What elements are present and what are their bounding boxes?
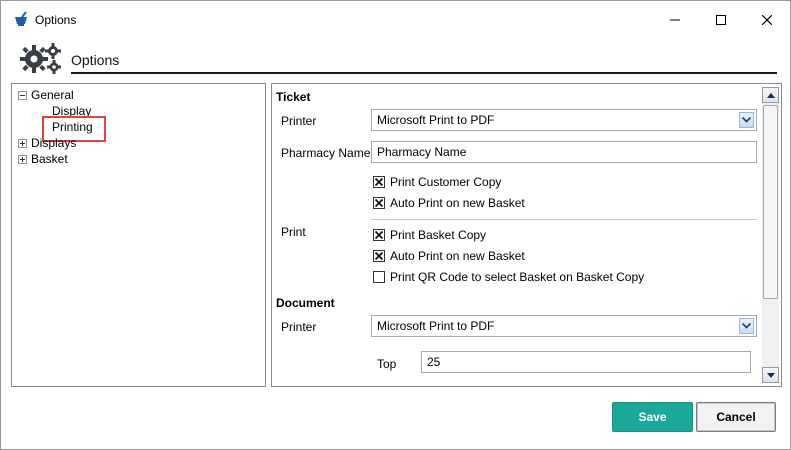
tree-item-label: Displays: [31, 136, 77, 150]
ticket-printer-value: Microsoft Print to PDF: [377, 113, 495, 127]
options-window: Options Options General Display Printing…: [0, 0, 791, 450]
document-printer-value: Microsoft Print to PDF: [377, 319, 495, 333]
top-value: 25: [427, 355, 441, 369]
minimize-button[interactable]: [652, 1, 698, 39]
ticket-printer-label: Printer: [281, 114, 317, 128]
maximize-icon: [716, 15, 726, 25]
gears-icon: [20, 43, 61, 74]
print-customer-copy-checkbox[interactable]: Print Customer Copy: [373, 175, 501, 189]
scrollbar-thumb[interactable]: [763, 105, 778, 299]
expand-icon[interactable]: [18, 154, 27, 164]
options-tree: General Display Printing Displays Basket: [11, 83, 266, 387]
checkbox-checked-icon: [373, 197, 385, 209]
chevron-down-icon[interactable]: [739, 112, 754, 128]
ticket-printer-select[interactable]: Microsoft Print to PDF: [371, 109, 757, 131]
tree-item-general[interactable]: General: [18, 87, 74, 103]
settings-scrollbar[interactable]: [762, 87, 779, 383]
document-printer-label: Printer: [281, 320, 317, 334]
save-button[interactable]: Save: [612, 402, 693, 432]
pharmacy-name-label: Pharmacy Name: [281, 146, 371, 160]
scroll-up-icon: [766, 92, 775, 98]
maximize-button[interactable]: [698, 1, 744, 39]
document-printer-select[interactable]: Microsoft Print to PDF: [371, 315, 757, 337]
top-field[interactable]: 25: [421, 351, 751, 373]
document-section-title: Document: [276, 296, 335, 310]
auto-print-customer-checkbox[interactable]: Auto Print on new Basket: [373, 196, 525, 210]
ticket-section-title: Ticket: [276, 90, 311, 104]
checkbox-label: Auto Print on new Basket: [390, 196, 525, 210]
checkbox-checked-icon: [373, 176, 385, 188]
print-label: Print: [281, 225, 306, 239]
pharmacy-name-value: Pharmacy Name: [377, 145, 467, 159]
pharmacy-name-field[interactable]: Pharmacy Name: [371, 141, 757, 163]
checkbox-checked-icon: [373, 229, 385, 241]
scroll-down-button[interactable]: [762, 367, 779, 383]
close-button[interactable]: [744, 1, 790, 39]
checkbox-checked-icon: [373, 250, 385, 262]
tree-item-label: General: [31, 88, 74, 102]
close-icon: [762, 15, 772, 25]
window-title: Options: [35, 13, 77, 27]
print-basket-copy-checkbox[interactable]: Print Basket Copy: [373, 228, 486, 242]
tree-item-label: Basket: [31, 152, 68, 166]
top-label: Top: [377, 357, 397, 371]
title-bar: Options: [1, 1, 790, 39]
scroll-up-button[interactable]: [762, 87, 779, 103]
checkbox-label: Print Customer Copy: [390, 175, 502, 189]
checkbox-label: Print Basket Copy: [390, 228, 487, 242]
checkbox-label: Auto Print on new Basket: [390, 249, 525, 263]
expand-icon[interactable]: [18, 138, 27, 148]
minimize-icon: [670, 19, 680, 21]
auto-print-basket-checkbox[interactable]: Auto Print on new Basket: [373, 249, 525, 263]
mortar-pestle-icon: [15, 11, 27, 26]
tree-item-displays[interactable]: Displays: [18, 135, 76, 151]
scroll-down-icon: [766, 372, 775, 378]
chevron-down-icon[interactable]: [739, 318, 754, 334]
print-qr-code-checkbox[interactable]: Print QR Code to select Basket on Basket…: [373, 270, 644, 284]
checkbox-unchecked-icon: [373, 271, 385, 283]
header-divider: [71, 72, 777, 74]
page-title: Options: [71, 52, 120, 68]
tree-item-basket[interactable]: Basket: [18, 151, 68, 167]
section-divider: [371, 219, 757, 220]
settings-panel: Ticket Printer Microsoft Print to PDF Ph…: [271, 83, 782, 387]
cancel-button[interactable]: Cancel: [696, 402, 776, 432]
checkbox-label: Print QR Code to select Basket on Basket…: [390, 270, 645, 284]
collapse-icon[interactable]: [18, 90, 27, 100]
